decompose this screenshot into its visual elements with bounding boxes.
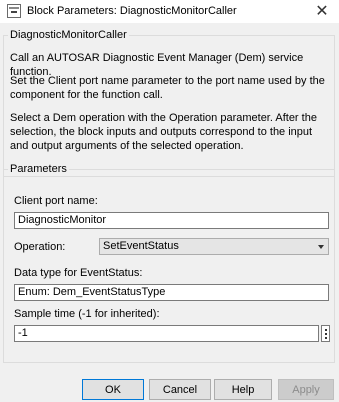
operation-selected-value: SetEventStatus: [103, 240, 179, 252]
client-port-input[interactable]: DiagnosticMonitor: [14, 212, 329, 229]
operation-select[interactable]: SetEventStatus: [99, 238, 329, 255]
description-group: DiagnosticMonitorCaller Call an AUTOSAR …: [3, 29, 335, 177]
window-title: Block Parameters: DiagnosticMonitorCalle…: [27, 5, 237, 17]
cancel-button[interactable]: Cancel: [149, 379, 211, 400]
sample-time-input[interactable]: -1: [14, 325, 319, 342]
block-parameters-icon: [7, 4, 21, 18]
ok-button[interactable]: OK: [82, 379, 144, 400]
operation-label: Operation:: [14, 241, 66, 253]
parameters-legend: Parameters: [10, 163, 67, 175]
parameters-group: Parameters Client port name: DiagnosticM…: [3, 163, 335, 363]
data-type-input[interactable]: Enum: Dem_EventStatusType: [14, 284, 329, 301]
close-button[interactable]: ✕: [313, 2, 331, 20]
help-button[interactable]: Help: [214, 379, 272, 400]
data-type-label: Data type for EventStatus:: [14, 267, 143, 279]
description-legend: DiagnosticMonitorCaller: [10, 29, 127, 41]
chevron-down-icon: [318, 245, 324, 249]
sample-time-label: Sample time (-1 for inherited):: [14, 308, 160, 320]
description-text-2: Set the Client port name parameter to th…: [10, 75, 325, 101]
client-port-label: Client port name:: [14, 195, 98, 207]
description-text-3: Select a Dem operation with the Operatio…: [10, 112, 317, 152]
apply-button[interactable]: Apply: [278, 379, 334, 400]
dialog-body: DiagnosticMonitorCaller Call an AUTOSAR …: [0, 23, 339, 402]
title-bar: Block Parameters: DiagnosticMonitorCalle…: [0, 0, 339, 23]
more-options-icon[interactable]: [321, 325, 330, 342]
